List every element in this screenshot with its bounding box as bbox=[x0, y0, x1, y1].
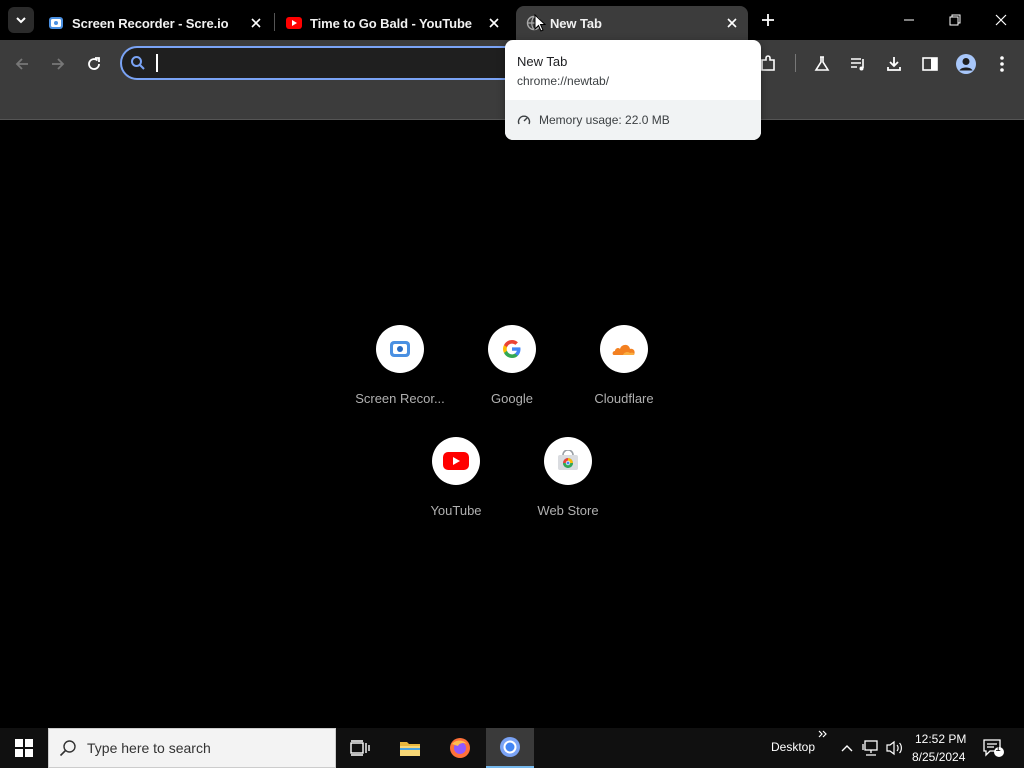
cloudflare-icon bbox=[600, 325, 648, 373]
speaker-icon bbox=[886, 740, 902, 756]
close-icon bbox=[995, 14, 1007, 26]
start-button[interactable] bbox=[0, 728, 48, 768]
profile-button[interactable] bbox=[952, 50, 980, 78]
labs-button[interactable] bbox=[808, 50, 836, 78]
network-icon bbox=[862, 740, 878, 756]
tab-strip: Screen Recorder - Scre.io Time to Go Bal… bbox=[0, 0, 1024, 40]
flask-icon bbox=[814, 56, 830, 71]
task-view-icon bbox=[350, 740, 370, 756]
side-panel-button[interactable] bbox=[916, 50, 944, 78]
windows-logo-icon bbox=[15, 739, 33, 757]
toolbar-expand-button[interactable] bbox=[818, 722, 828, 746]
tab-title: New Tab bbox=[550, 15, 602, 31]
shortcut-web-store[interactable]: Web Store bbox=[512, 437, 624, 549]
menu-button[interactable] bbox=[988, 50, 1016, 78]
more-vertical-icon bbox=[1000, 56, 1004, 72]
tab-screen-recorder[interactable]: Screen Recorder - Scre.io bbox=[38, 6, 272, 40]
tab-hover-card: New Tab chrome://newtab/ Memory usage: 2… bbox=[505, 40, 761, 140]
close-icon[interactable] bbox=[722, 13, 742, 33]
taskbar: Type here to search Desktop 12:52 PM 8/2… bbox=[0, 728, 1024, 768]
mouse-cursor-icon bbox=[534, 13, 547, 37]
task-view-button[interactable] bbox=[336, 728, 384, 768]
download-icon bbox=[887, 57, 901, 71]
minimize-button[interactable] bbox=[886, 0, 932, 40]
firefox-icon bbox=[450, 738, 470, 758]
music-queue-icon bbox=[851, 58, 864, 71]
google-icon bbox=[488, 325, 536, 373]
memory-usage: Memory usage: 22.0 MB bbox=[505, 100, 761, 140]
file-explorer-button[interactable] bbox=[386, 728, 434, 768]
search-icon bbox=[59, 739, 77, 757]
media-button[interactable] bbox=[844, 50, 872, 78]
desktop-toolbar-label[interactable]: Desktop bbox=[771, 740, 815, 754]
arrow-right-icon bbox=[52, 58, 65, 70]
forward-button[interactable] bbox=[44, 50, 72, 78]
close-icon[interactable] bbox=[246, 13, 266, 33]
address-bar[interactable] bbox=[120, 46, 540, 80]
minimize-icon bbox=[904, 19, 914, 21]
close-icon[interactable] bbox=[484, 13, 504, 33]
tab-title: Screen Recorder - Scre.io bbox=[72, 15, 229, 31]
puzzle-icon bbox=[761, 55, 775, 71]
web-store-icon bbox=[544, 437, 592, 485]
downloads-button[interactable] bbox=[880, 50, 908, 78]
tab-search-button[interactable] bbox=[8, 7, 34, 33]
shortcut-youtube[interactable]: YouTube bbox=[400, 437, 512, 549]
chevron-up-icon bbox=[841, 745, 853, 752]
show-hidden-icons-button[interactable] bbox=[838, 728, 856, 768]
shortcut-label: Web Store bbox=[537, 503, 599, 518]
shortcut-label: Cloudflare bbox=[594, 391, 654, 406]
side-panel-icon bbox=[922, 57, 938, 71]
arrow-left-icon bbox=[15, 58, 28, 70]
reload-icon bbox=[88, 57, 100, 70]
network-button[interactable] bbox=[861, 728, 881, 768]
chrome-button[interactable] bbox=[486, 728, 534, 768]
folder-icon bbox=[400, 742, 420, 756]
close-window-button[interactable] bbox=[978, 0, 1024, 40]
taskbar-search-box[interactable]: Type here to search bbox=[48, 728, 336, 768]
toolbar-separator bbox=[795, 54, 796, 72]
chrome-icon bbox=[500, 737, 520, 757]
search-placeholder: Type here to search bbox=[87, 740, 211, 756]
restore-button[interactable] bbox=[932, 0, 978, 40]
back-button[interactable] bbox=[8, 50, 36, 78]
search-icon bbox=[130, 55, 146, 76]
youtube-favicon bbox=[286, 15, 302, 31]
firefox-button[interactable] bbox=[436, 728, 484, 768]
clock-time[interactable]: 12:52 PM bbox=[915, 732, 966, 746]
tab-new-tab[interactable]: New Tab bbox=[516, 6, 748, 40]
hover-card-url: chrome://newtab/ bbox=[517, 74, 610, 88]
memory-usage-text: Memory usage: 22.0 MB bbox=[539, 113, 670, 127]
double-chevron-icon bbox=[818, 730, 827, 738]
address-input[interactable] bbox=[158, 52, 518, 74]
chevron-down-icon bbox=[16, 17, 26, 24]
shortcut-google[interactable]: Google bbox=[456, 325, 568, 437]
tab-separator bbox=[274, 13, 275, 31]
gauge-icon bbox=[517, 113, 531, 127]
plus-icon bbox=[762, 14, 774, 26]
screen: Screen Recorder - Scre.io Time to Go Bal… bbox=[0, 0, 1024, 768]
shortcut-label: Screen Recor... bbox=[355, 391, 445, 406]
shortcut-label: Google bbox=[491, 391, 533, 406]
shortcut-cloudflare[interactable]: Cloudflare bbox=[568, 325, 680, 437]
notification-count: 1 bbox=[995, 743, 1001, 754]
shortcut-screen-recorder[interactable]: Screen Recor... bbox=[344, 325, 456, 437]
screen-recorder-icon bbox=[376, 325, 424, 373]
new-tab-button[interactable] bbox=[756, 8, 780, 32]
hover-card-title: New Tab bbox=[517, 54, 568, 69]
shortcut-label: YouTube bbox=[430, 503, 482, 518]
reload-button[interactable] bbox=[80, 50, 108, 78]
tab-youtube[interactable]: Time to Go Bald - YouTube bbox=[276, 6, 510, 40]
restore-icon bbox=[949, 14, 961, 26]
screen-recorder-favicon bbox=[48, 15, 64, 31]
tab-title: Time to Go Bald - YouTube bbox=[310, 15, 472, 31]
volume-button[interactable] bbox=[885, 728, 905, 768]
clock-date[interactable]: 8/25/2024 bbox=[912, 750, 965, 764]
youtube-icon bbox=[432, 437, 480, 485]
action-center-button[interactable]: 1 bbox=[980, 728, 1008, 768]
avatar-icon bbox=[956, 54, 976, 74]
